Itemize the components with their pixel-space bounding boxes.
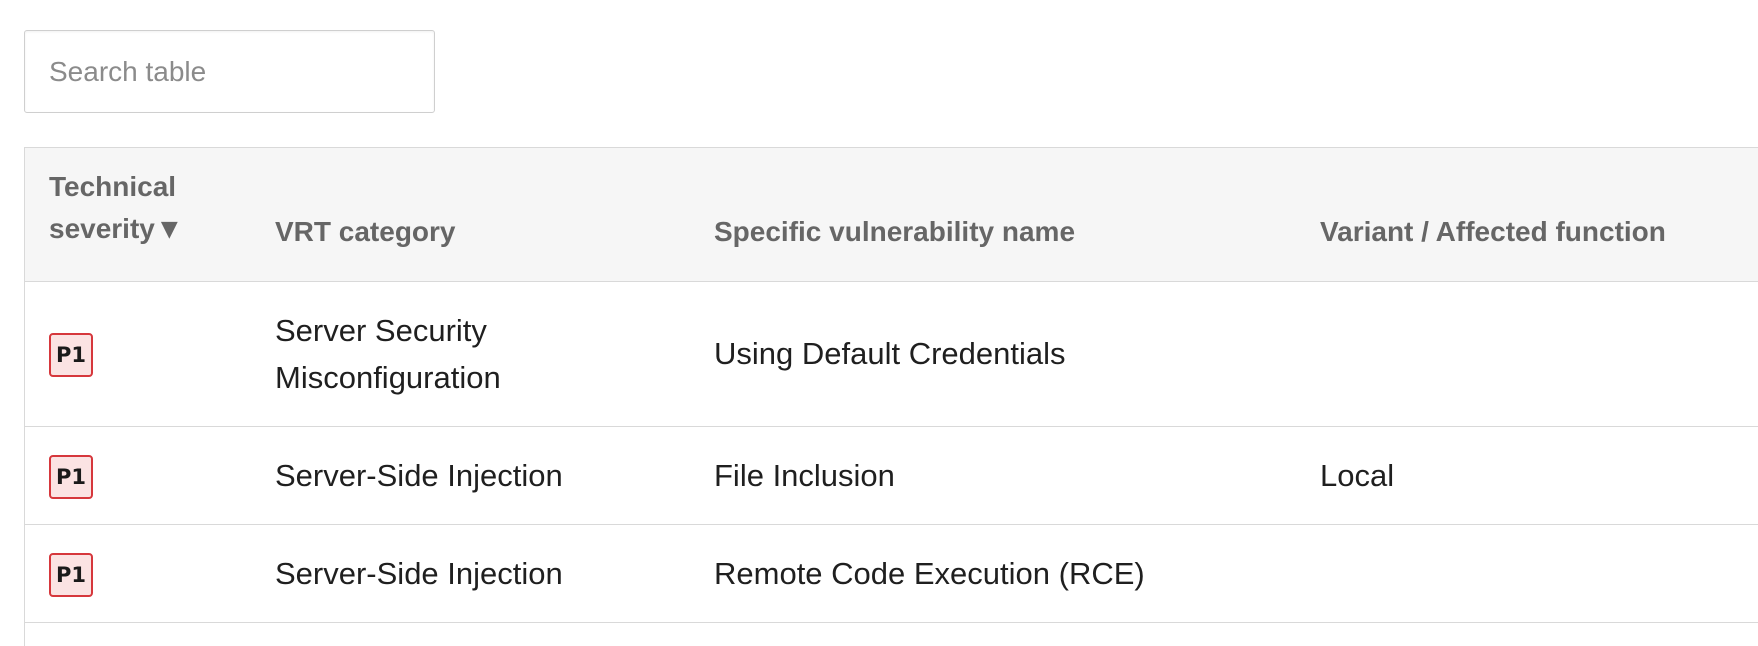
header-row: Technical severity ▼ VRT category Specifi… bbox=[25, 148, 1758, 282]
vrt-category-text: Server Security Misconfiguration bbox=[275, 312, 501, 395]
vulnerability-table: Technical severity ▼ VRT category Specifi… bbox=[24, 147, 1758, 646]
header-vrt-category[interactable]: VRT category bbox=[251, 148, 690, 282]
header-technical-severity[interactable]: Technical severity ▼ bbox=[25, 148, 251, 282]
cell-variant: Local bbox=[1296, 426, 1758, 525]
search-input[interactable] bbox=[25, 31, 434, 112]
severity-badge: P1 bbox=[49, 552, 93, 597]
header-variant[interactable]: Variant / Affected function bbox=[1296, 148, 1758, 282]
cell-vulnerability-name: File Inclusion bbox=[690, 426, 1296, 525]
table-row[interactable]: P1 Server-Side Injection Remote Code Exe… bbox=[25, 524, 1758, 623]
table-header: Technical severity ▼ VRT category Specifi… bbox=[25, 148, 1758, 282]
cell-vrt-category: Server-Side Injection bbox=[251, 524, 690, 623]
cell-variant bbox=[1296, 281, 1758, 427]
cell-severity: P1 bbox=[25, 426, 251, 525]
sort-descending-icon[interactable]: ▼ bbox=[161, 217, 178, 242]
table-body: P1 Server Security Misconfiguration Usin… bbox=[25, 281, 1758, 646]
severity-badge: P1 bbox=[49, 333, 93, 378]
cell-severity: P1 bbox=[25, 524, 251, 623]
header-severity-line1: Technical bbox=[49, 170, 177, 202]
table-row-partial bbox=[25, 622, 1758, 646]
table: Technical severity ▼ VRT category Specifi… bbox=[25, 148, 1758, 646]
cell-vrt-category: Server Security Misconfiguration bbox=[251, 281, 690, 427]
cell-variant bbox=[1296, 524, 1758, 623]
header-vulnerability-name[interactable]: Specific vulnerability name bbox=[690, 148, 1296, 282]
header-severity-line2: severity bbox=[49, 212, 155, 244]
cell-severity: P1 bbox=[25, 281, 251, 427]
severity-badge: P1 bbox=[49, 454, 93, 499]
cell-vrt-category: Server-Side Injection bbox=[251, 426, 690, 525]
cell-vulnerability-name: Using Default Credentials bbox=[690, 281, 1296, 427]
cell-vulnerability-name: Remote Code Execution (RCE) bbox=[690, 524, 1296, 623]
search-box[interactable] bbox=[24, 30, 435, 113]
table-row[interactable]: P1 Server Security Misconfiguration Usin… bbox=[25, 281, 1758, 427]
table-row[interactable]: P1 Server-Side Injection File Inclusion … bbox=[25, 426, 1758, 525]
